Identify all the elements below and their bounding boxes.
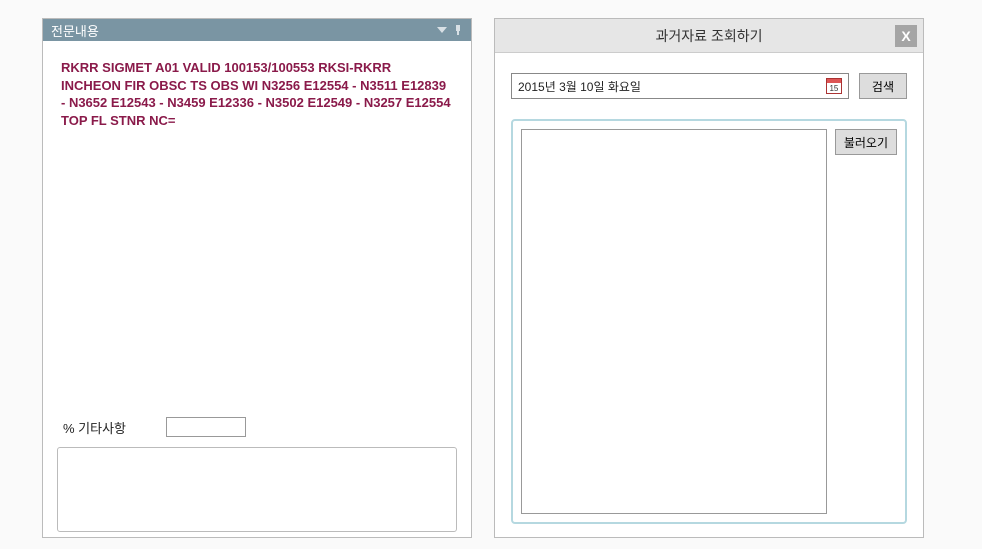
message-content-panel: 전문내용 RKRR SIGMET A01 VALID 100153/100553… (42, 18, 472, 538)
extra-row: % 기타사항 (43, 411, 471, 447)
dialog-titlebar: 과거자료 조회하기 X (495, 19, 923, 53)
result-frame: 불러오기 (511, 119, 907, 524)
load-button[interactable]: 불러오기 (835, 129, 897, 155)
history-query-dialog: 과거자료 조회하기 X 2015년 3월 10일 화요일 15 검색 불러오기 (494, 18, 924, 538)
sigmet-message-text: RKRR SIGMET A01 VALID 100153/100553 RKSI… (43, 41, 471, 411)
calendar-day-number: 15 (827, 83, 841, 94)
close-button[interactable]: X (895, 25, 917, 47)
close-icon: X (901, 28, 910, 44)
result-listbox[interactable] (521, 129, 827, 514)
panel-title: 전문내용 (51, 21, 437, 40)
pin-icon[interactable] (453, 25, 463, 35)
extra-label: % 기타사항 (63, 418, 126, 437)
dialog-title: 과거자료 조회하기 (656, 26, 763, 46)
extra-textarea[interactable] (57, 447, 457, 532)
calendar-icon[interactable]: 15 (826, 78, 842, 94)
extra-input[interactable] (166, 417, 246, 437)
dropdown-icon[interactable] (437, 27, 447, 33)
date-picker-field[interactable]: 2015년 3월 10일 화요일 15 (511, 73, 849, 99)
search-button[interactable]: 검색 (859, 73, 907, 99)
search-row: 2015년 3월 10일 화요일 15 검색 (495, 53, 923, 107)
date-text: 2015년 3월 10일 화요일 (518, 78, 641, 95)
panel-titlebar: 전문내용 (43, 19, 471, 41)
